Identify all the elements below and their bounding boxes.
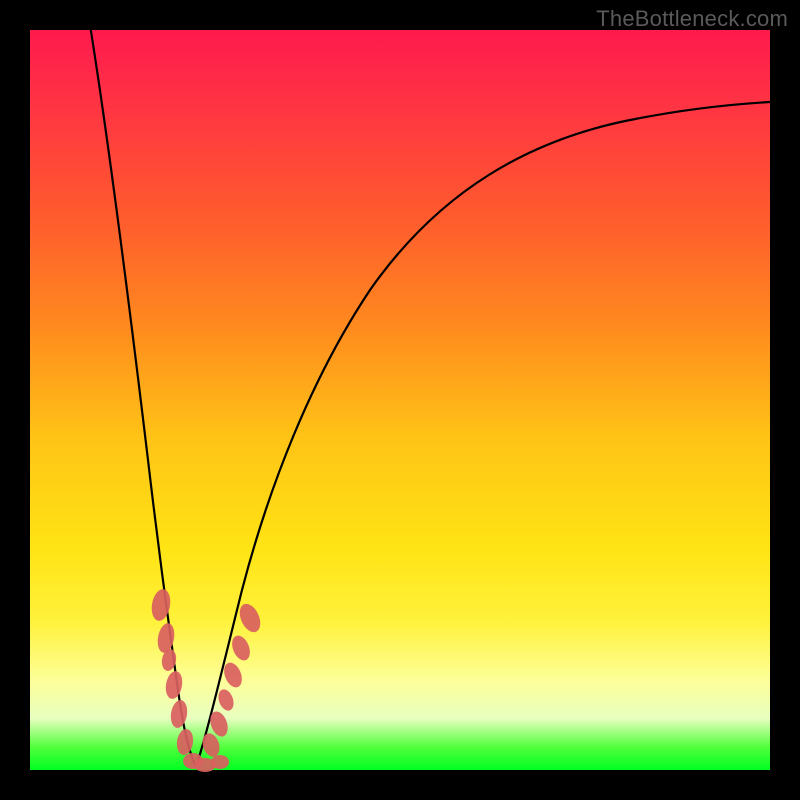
- right-highlight-cluster: [200, 601, 265, 759]
- plot-area: [30, 30, 770, 770]
- curve-left-branch: [90, 25, 196, 767]
- curve-right-branch: [196, 102, 770, 767]
- watermark-text: TheBottleneck.com: [596, 6, 788, 32]
- outer-frame: TheBottleneck.com: [0, 0, 800, 800]
- curve-layer: [30, 30, 770, 770]
- left-highlight-cluster: [149, 588, 203, 769]
